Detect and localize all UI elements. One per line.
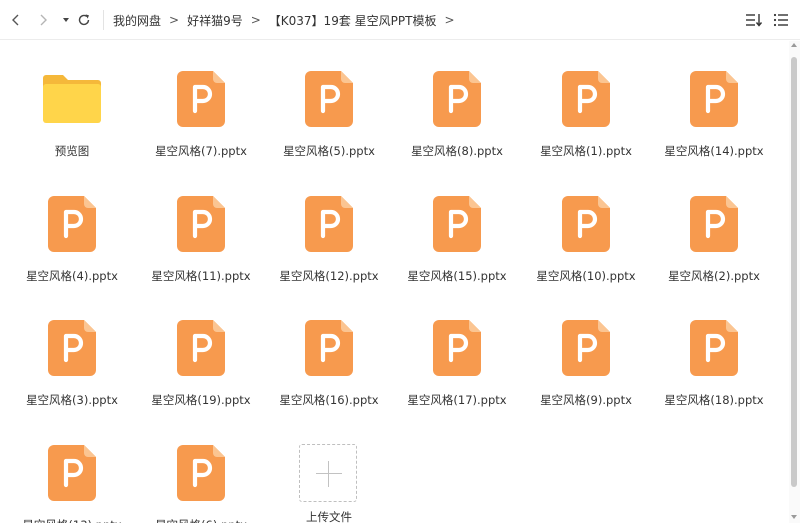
pptx-file-icon [177, 196, 225, 252]
file-item[interactable]: 星空风格(9).pptx [526, 298, 646, 410]
pptx-file-icon [305, 196, 353, 252]
sort-icon [746, 14, 763, 27]
file-item[interactable]: 星空风格(14).pptx [654, 49, 774, 161]
file-name: 星空风格(2).pptx [668, 269, 760, 283]
pptx-file-icon [690, 320, 738, 376]
file-item[interactable]: 星空风格(13).pptx [12, 423, 132, 523]
file-name: 星空风格(1).pptx [540, 144, 632, 158]
toolbar: 我的网盘 > 好祥猫9号 > 【K037】19套 星空风PPT模板 > [0, 0, 800, 40]
file-item[interactable]: 星空风格(12).pptx [269, 174, 389, 286]
file-item[interactable]: 星空风格(1).pptx [526, 49, 646, 161]
refresh-icon [78, 14, 90, 26]
file-name: 星空风格(10).pptx [536, 269, 636, 283]
file-item[interactable]: 星空风格(11).pptx [141, 174, 261, 286]
pptx-file-icon [562, 196, 610, 252]
view-mode-button[interactable] [772, 11, 790, 29]
list-view-icon [773, 13, 788, 27]
file-grid: 预览图 星空风格(7).pptx 星空风格(5).pptx 星空风格(8).pptx 星… [0, 41, 786, 523]
pptx-file-icon [690, 71, 738, 127]
pptx-file-icon [433, 71, 481, 127]
breadcrumb-separator: > [444, 13, 455, 27]
file-name: 星空风格(7).pptx [155, 144, 247, 158]
file-item[interactable]: 星空风格(10).pptx [526, 174, 646, 286]
file-name: 星空风格(8).pptx [411, 144, 503, 158]
refresh-button[interactable] [73, 9, 95, 31]
pptx-file-icon [433, 320, 481, 376]
file-item[interactable]: 星空风格(2).pptx [654, 174, 774, 286]
breadcrumb-separator: > [250, 13, 261, 27]
file-name: 上传文件 [306, 510, 352, 523]
pptx-file-icon [305, 71, 353, 127]
pptx-file-icon [562, 320, 610, 376]
file-item[interactable]: 星空风格(6).pptx [141, 423, 261, 523]
file-name: 预览图 [54, 144, 90, 158]
sort-button[interactable] [745, 11, 763, 29]
file-name: 星空风格(3).pptx [26, 393, 118, 407]
chevron-right-icon [40, 14, 47, 26]
file-name: 星空风格(4).pptx [26, 269, 118, 283]
file-item[interactable]: 星空风格(17).pptx [397, 298, 517, 410]
file-name: 星空风格(14).pptx [664, 144, 764, 158]
breadcrumb-separator: > [169, 13, 180, 27]
pptx-file-icon [177, 71, 225, 127]
caret-down-icon [63, 18, 69, 22]
breadcrumb-item-folder[interactable]: 好祥猫9号 [187, 12, 243, 29]
pptx-file-icon [433, 196, 481, 252]
breadcrumb: 我的网盘 > 好祥猫9号 > 【K037】19套 星空风PPT模板 > [113, 11, 463, 29]
file-item[interactable]: 星空风格(7).pptx [141, 49, 261, 161]
pptx-file-icon [177, 445, 225, 501]
file-name: 星空风格(17).pptx [407, 393, 507, 407]
pptx-file-icon [48, 445, 96, 501]
pptx-file-icon [690, 196, 738, 252]
breadcrumb-item-current[interactable]: 【K037】19套 星空风PPT模板 [269, 12, 437, 29]
vertical-scrollbar[interactable] [789, 41, 800, 523]
file-name: 星空风格(16).pptx [279, 393, 379, 407]
file-name: 星空风格(13).pptx [12, 517, 132, 523]
file-name: 星空风格(11).pptx [151, 269, 251, 283]
scrollbar-thumb[interactable] [791, 57, 797, 487]
file-item[interactable]: 星空风格(16).pptx [269, 298, 389, 410]
breadcrumb-item-root[interactable]: 我的网盘 [113, 12, 161, 29]
file-item[interactable]: 星空风格(19).pptx [141, 298, 261, 410]
file-item[interactable]: 星空风格(15).pptx [397, 174, 517, 286]
scroll-up-arrow[interactable] [791, 43, 797, 47]
pptx-file-icon [305, 320, 353, 376]
pptx-file-icon [48, 320, 96, 376]
pptx-file-icon [177, 320, 225, 376]
file-name: 星空风格(5).pptx [283, 144, 375, 158]
pptx-file-icon [48, 196, 96, 252]
file-name: 星空风格(6).pptx [141, 517, 261, 523]
folder-item[interactable]: 预览图 [12, 49, 132, 161]
scroll-down-arrow[interactable] [791, 515, 797, 519]
folder-icon [43, 75, 101, 123]
back-button[interactable] [5, 9, 27, 31]
file-item[interactable]: 星空风格(8).pptx [397, 49, 517, 161]
file-item[interactable]: 星空风格(4).pptx [12, 174, 132, 286]
file-name: 星空风格(19).pptx [151, 393, 251, 407]
pptx-file-icon [562, 71, 610, 127]
upload-plus-icon [299, 444, 357, 502]
chevron-left-icon [12, 14, 19, 26]
file-name: 星空风格(18).pptx [664, 393, 764, 407]
file-item[interactable]: 星空风格(18).pptx [654, 298, 774, 410]
file-name: 星空风格(15).pptx [407, 269, 507, 283]
file-name: 星空风格(12).pptx [279, 269, 379, 283]
forward-button[interactable] [32, 9, 54, 31]
upload-file-button[interactable]: 上传文件 [269, 423, 389, 523]
toolbar-divider [103, 10, 104, 30]
file-item[interactable]: 星空风格(5).pptx [269, 49, 389, 161]
file-item[interactable]: 星空风格(3).pptx [12, 298, 132, 410]
file-name: 星空风格(9).pptx [540, 393, 632, 407]
